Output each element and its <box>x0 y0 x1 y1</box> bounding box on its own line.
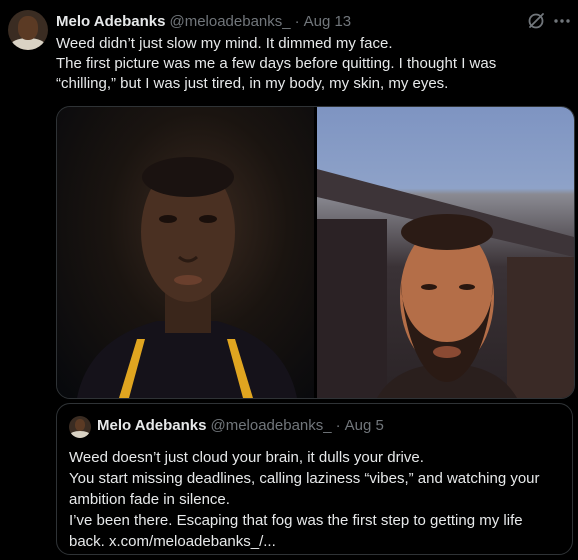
quote-date[interactable]: Aug 5 <box>345 417 384 434</box>
quote-header: Melo Adebanks @meloadebanks_ · Aug 5 <box>97 417 384 434</box>
separator: · <box>294 12 300 30</box>
tweet-date[interactable]: Aug 13 <box>304 13 352 30</box>
quote-text-line[interactable]: back. x.com/meloadebanks_/... <box>69 531 564 552</box>
quote-separator: · <box>335 417 341 434</box>
quote-avatar-shirt <box>70 431 90 438</box>
quote-text: Weed doesn’t just cloud your brain, it d… <box>69 447 564 552</box>
quote-text-line: ambition fade in silence. <box>69 491 230 508</box>
more-icon[interactable] <box>552 11 572 31</box>
quoted-tweet[interactable]: Melo Adebanks @meloadebanks_ · Aug 5 Wee… <box>56 403 573 555</box>
tweet-text-line: Weed didn’t just slow my mind. It dimmed… <box>56 35 393 52</box>
tweet-header: Melo Adebanks @meloadebanks_ · Aug 13 <box>56 10 351 32</box>
quote-author-handle[interactable]: @meloadebanks_ <box>210 417 331 434</box>
photo-before-quitting-illustration <box>77 157 297 398</box>
tweet-text: Weed didn’t just slow my mind. It dimmed… <box>56 34 568 94</box>
quote-text-line: You start missing deadlines, calling laz… <box>69 470 540 487</box>
tweet-text-line: The first picture was me a few days befo… <box>56 55 497 72</box>
author-handle[interactable]: @meloadebanks_ <box>169 13 290 30</box>
tweet[interactable]: Melo Adebanks @meloadebanks_ · Aug 13 We… <box>0 0 578 560</box>
photo-after-quitting[interactable] <box>317 107 574 398</box>
quote-avatar[interactable] <box>69 416 91 438</box>
author-name[interactable]: Melo Adebanks <box>56 13 165 30</box>
quote-author-name[interactable]: Melo Adebanks <box>97 417 206 434</box>
avatar-face <box>18 16 38 40</box>
photo-after-quitting-illustration <box>317 169 574 398</box>
quote-avatar-face <box>75 419 85 431</box>
photo-before-quitting[interactable] <box>57 107 314 398</box>
avatar[interactable] <box>8 10 48 50</box>
tweet-text-line: “chilling,” but I was just tired, in my … <box>56 75 449 92</box>
quote-text-line: Weed doesn’t just cloud your brain, it d… <box>69 449 424 466</box>
grok-icon[interactable] <box>526 11 546 31</box>
media-grid <box>56 106 575 399</box>
quote-text-line: I’ve been there. Escaping that fog was t… <box>69 512 523 529</box>
